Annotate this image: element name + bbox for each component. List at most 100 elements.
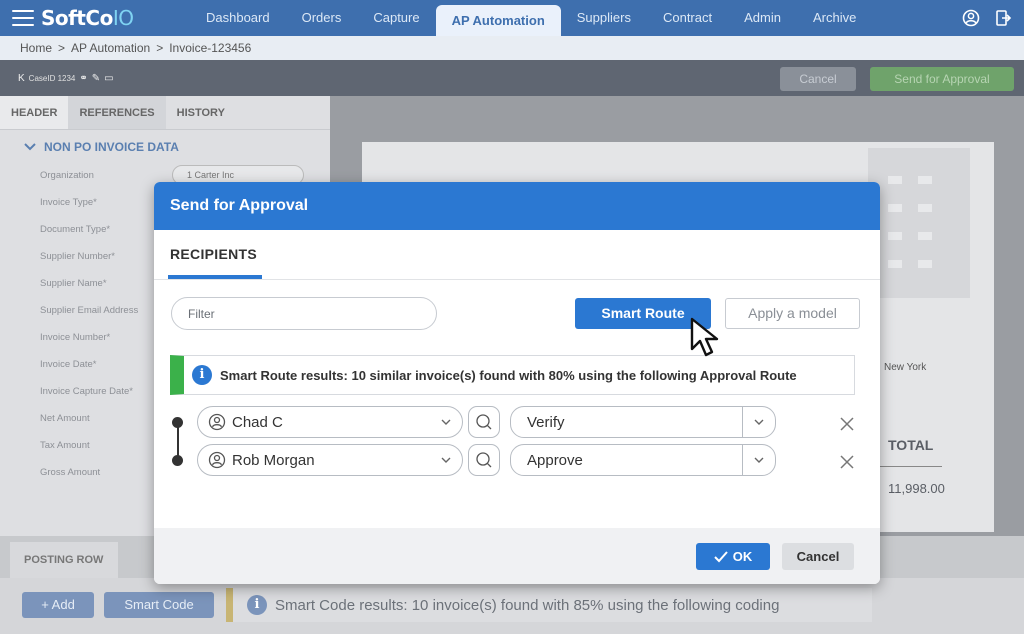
field-label: Supplier Name* [40,278,107,289]
top-nav: SoftCoIO Dashboard Orders Capture AP Aut… [0,0,1024,36]
breadcrumb-ap-automation[interactable]: AP Automation [71,41,150,55]
chevron-down-icon [441,457,451,463]
info-icon: i [192,365,212,385]
document-city-text: New York [884,362,927,373]
smart-code-result-text: Smart Code results: 10 invoice(s) found … [275,596,780,614]
nav-tab-capture[interactable]: Capture [357,0,435,36]
document-divider [880,466,942,467]
chevron-down-icon [24,143,36,151]
filter-input[interactable] [171,297,437,330]
tab-header[interactable]: HEADER [0,96,69,129]
select-divider [742,445,743,475]
add-row-button[interactable]: + Add [22,592,94,618]
recipient-action-value: Approve [527,451,583,469]
field-label: Document Type* [40,224,111,235]
recipient-search-button[interactable] [468,444,500,476]
toolbar-send-for-approval-button[interactable]: Send for Approval [870,67,1014,91]
user-icon [208,413,226,431]
section-header[interactable]: NON PO INVOICE DATA [24,140,330,154]
tab-history[interactable]: HISTORY [166,96,236,129]
field-label: Invoice Capture Date* [40,386,133,397]
recipient-action-select[interactable]: Approve [510,444,776,476]
nav-icons [962,0,1012,36]
tab-references[interactable]: REFERENCES [68,96,166,129]
field-label: Supplier Number* [40,251,115,262]
search-icon [476,452,492,468]
toolbar-left: K CaseID 1234 ⚭ ✎ ▭ [18,60,114,96]
nav-tab-dashboard[interactable]: Dashboard [190,0,286,36]
link-icon[interactable]: ⚭ [79,73,87,84]
route-step-dot [172,455,183,466]
nav-tab-ap-automation[interactable]: AP Automation [435,5,561,36]
nav-tab-orders[interactable]: Orders [286,0,358,36]
recipient-user-name: Chad C [232,413,283,431]
info-icon: i [247,595,267,615]
logo-text: SoftCo [41,6,113,30]
field-label: Invoice Date* [40,359,97,370]
recipient-user-name: Rob Morgan [232,451,315,469]
user-circle-icon[interactable] [962,9,980,27]
nav-tabs: Dashboard Orders Capture AP Automation S… [190,0,872,36]
recipient-action-value: Verify [527,413,565,431]
tab-posting-row[interactable]: POSTING ROW [10,542,118,578]
document-logo-image [868,148,970,298]
field-label: Tax Amount [40,440,90,451]
recipient-action-select[interactable]: Verify [510,406,776,438]
smart-route-result-text: Smart Route results: 10 similar invoice(… [220,367,797,383]
nav-tab-suppliers[interactable]: Suppliers [561,0,647,36]
pin-icon[interactable]: ✎ [92,73,100,84]
remove-recipient-button[interactable] [838,453,856,471]
breadcrumb: Home > AP Automation > Invoice-123456 [0,36,1024,60]
hamburger-icon[interactable] [12,10,34,26]
select-divider [742,407,743,437]
field-label: Net Amount [40,413,90,424]
remove-recipient-button[interactable] [838,415,856,433]
document-total-amount: 11,998.00 [888,481,945,496]
section-title: NON PO INVOICE DATA [44,140,179,154]
recipient-user-select[interactable]: Chad C [197,406,463,438]
logo-suffix: IO [112,6,134,30]
nav-tab-admin[interactable]: Admin [728,0,797,36]
dialog-title: Send for Approval [154,182,880,230]
toolbar: K CaseID 1234 ⚭ ✎ ▭ Cancel Send for Appr… [0,60,1024,96]
apply-model-button[interactable]: Apply a model [725,298,860,329]
breadcrumb-separator: > [156,41,164,55]
mouse-cursor-icon [689,316,729,363]
send-for-approval-dialog: Send for Approval RECIPIENTS Smart Route… [154,182,880,584]
breadcrumb-separator: > [58,41,66,55]
breadcrumb-home[interactable]: Home [20,41,52,55]
chevron-down-icon [441,419,451,425]
nav-tab-contract[interactable]: Contract [647,0,728,36]
comment-icon[interactable]: ▭ [104,73,113,84]
cancel-button[interactable]: Cancel [782,543,854,570]
dialog-footer [154,528,880,584]
search-icon [476,414,492,430]
smart-route-result-banner: i Smart Route results: 10 similar invoic… [170,355,855,395]
breadcrumb-invoice: Invoice-123456 [169,41,252,55]
panel-tabs: HEADER REFERENCES HISTORY [0,96,330,130]
close-icon [840,417,854,431]
check-icon [714,550,728,562]
toolbar-cancel-button[interactable]: Cancel [780,67,856,91]
collapse-icon[interactable]: K [18,73,25,84]
ok-button[interactable]: OK [696,543,770,570]
tab-active-indicator [168,275,262,279]
case-id: CaseID 1234 [28,73,76,83]
field-label: Gross Amount [40,467,101,478]
nav-tab-archive[interactable]: Archive [797,0,872,36]
recipient-user-select[interactable]: Rob Morgan [197,444,463,476]
document-total-label: TOTAL [888,437,934,453]
ok-label: OK [732,549,753,564]
chevron-down-icon [754,457,764,463]
recipient-search-button[interactable] [468,406,500,438]
logout-icon[interactable] [994,9,1012,27]
field-label: Invoice Number* [40,332,111,343]
close-icon [840,455,854,469]
field-label: Organization [40,170,94,181]
smart-code-button[interactable]: Smart Code [104,592,214,618]
field-label: Invoice Type* [40,197,97,208]
logo[interactable]: SoftCoIO [41,6,134,30]
chevron-down-icon [754,419,764,425]
user-icon [208,451,226,469]
tab-recipients[interactable]: RECIPIENTS [170,246,257,262]
